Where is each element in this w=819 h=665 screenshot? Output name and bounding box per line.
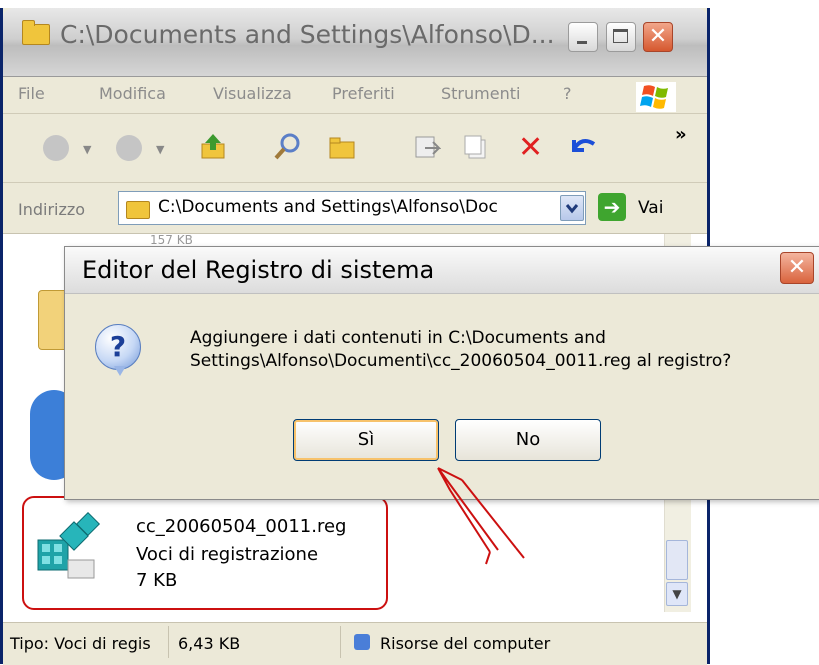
- menu-visualizza[interactable]: Visualizza: [213, 84, 292, 103]
- minimize-button[interactable]: [568, 22, 598, 52]
- no-button[interactable]: No: [455, 419, 601, 461]
- partial-file-size: 157 KB: [150, 233, 193, 247]
- address-folder-icon: [126, 201, 150, 219]
- folders-icon[interactable]: [328, 134, 358, 164]
- status-separator: [168, 626, 169, 658]
- my-computer-icon: [354, 634, 370, 650]
- go-arrow-icon[interactable]: ➔: [598, 193, 626, 221]
- delete-icon[interactable]: ✕: [518, 130, 543, 165]
- address-dropdown-button[interactable]: [560, 195, 584, 221]
- copy-to-icon[interactable]: [463, 134, 491, 164]
- window-title: C:\Documents and Settings\Alfonso\D...: [60, 20, 555, 49]
- dialog-message-line2: Settings\Alfonso\Documenti\cc_20060504_0…: [190, 351, 732, 371]
- toolbar-overflow-icon[interactable]: »: [675, 124, 687, 145]
- move-to-icon[interactable]: [413, 134, 442, 164]
- toolbar: ▼ ▼ ✕ »: [3, 114, 707, 183]
- forward-icon[interactable]: [116, 135, 142, 161]
- scrollbar-thumb[interactable]: [666, 540, 688, 580]
- address-value[interactable]: C:\Documents and Settings\Alfonso\Doc: [158, 197, 558, 217]
- address-label: Indirizzo: [18, 200, 86, 219]
- question-icon-tail: [114, 366, 126, 376]
- search-icon[interactable]: [273, 132, 303, 166]
- up-folder-icon[interactable]: [198, 132, 228, 166]
- back-dropdown-icon[interactable]: ▼: [83, 143, 91, 156]
- menu-bar: File Modifica Visualizza Preferiti Strum…: [3, 77, 707, 114]
- status-size: 6,43 KB: [178, 634, 241, 653]
- scroll-down-arrow-icon[interactable]: ▼: [666, 582, 688, 606]
- go-button-label[interactable]: Vai: [638, 198, 663, 218]
- status-separator: [340, 626, 341, 658]
- close-button[interactable]: ✕: [643, 22, 673, 52]
- menu-help[interactable]: ?: [563, 84, 572, 103]
- forward-dropdown-icon[interactable]: ▼: [156, 143, 164, 156]
- status-type: Tipo: Voci di regis: [10, 634, 151, 653]
- back-icon[interactable]: [43, 135, 69, 161]
- menu-strumenti[interactable]: Strumenti: [441, 84, 520, 103]
- menu-preferiti[interactable]: Preferiti: [332, 84, 395, 103]
- undo-icon[interactable]: [568, 132, 598, 164]
- status-location: Risorse del computer: [380, 634, 551, 653]
- dialog-close-button[interactable]: ✕: [780, 252, 814, 284]
- menu-modifica[interactable]: Modifica: [99, 84, 166, 103]
- menu-file[interactable]: File: [18, 84, 45, 103]
- dialog-title: Editor del Registro di sistema: [82, 256, 435, 284]
- maximize-button[interactable]: [606, 22, 636, 52]
- windows-logo-icon: [636, 82, 676, 112]
- dialog-message-line1: Aggiungere i dati contenuti in C:\Docume…: [190, 328, 606, 348]
- annotation-highlight-box: [22, 496, 388, 610]
- annotation-arrow: [437, 467, 525, 565]
- folder-icon: [22, 20, 50, 45]
- question-icon: ?: [95, 324, 141, 370]
- yes-button[interactable]: Sì: [293, 419, 439, 461]
